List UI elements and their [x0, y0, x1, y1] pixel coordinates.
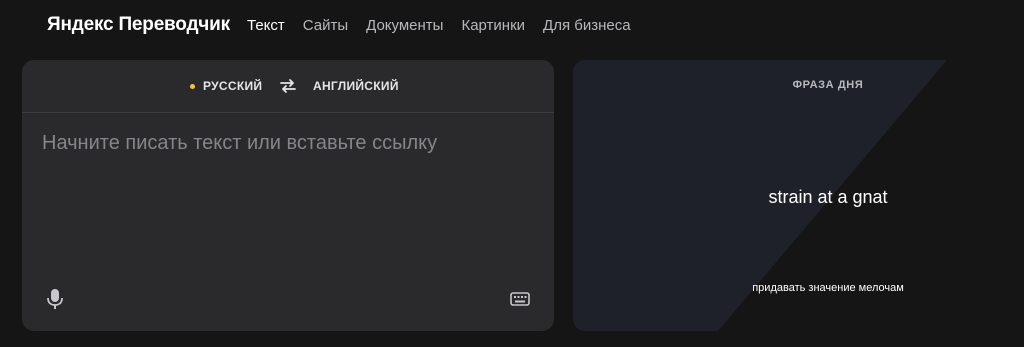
target-language-button[interactable]: АНГЛИЙСКИЙ [313, 79, 399, 93]
virtual-keyboard-button[interactable] [510, 291, 530, 307]
nav-tab-business[interactable]: Для бизнеса [543, 17, 631, 34]
swap-icon [280, 79, 296, 93]
source-lang-indicator [190, 84, 195, 89]
keyboard-icon [510, 292, 530, 306]
nav-tab-documents[interactable]: Документы [366, 17, 443, 34]
phrase-of-day-translation: придавать значение мелочам [752, 282, 904, 294]
language-selector-row: РУССКИЙ АНГЛИЙСКИЙ [22, 60, 554, 113]
logo[interactable]: Яндекс Переводчик [47, 14, 230, 36]
nav-tab-text[interactable]: Текст [247, 17, 285, 34]
phrase-of-day-title: ФРАЗА ДНЯ [792, 79, 864, 91]
source-language-button[interactable]: РУССКИЙ [203, 79, 262, 93]
source-text-input[interactable] [42, 132, 532, 272]
voice-input-button[interactable] [46, 288, 64, 310]
swap-languages-button[interactable] [278, 76, 298, 96]
nav-tab-images[interactable]: Картинки [461, 17, 525, 34]
phrase-of-day-card[interactable]: ФРАЗА ДНЯ strain at a gnat придавать зна… [573, 60, 1003, 331]
nav-tab-sites[interactable]: Сайты [303, 17, 348, 34]
phrase-of-day-phrase: strain at a gnat [768, 187, 888, 207]
microphone-icon [47, 289, 63, 309]
main-nav: Текст Сайты Документы Картинки Для бизне… [247, 17, 649, 34]
header: Яндекс Переводчик Текст Сайты Документы … [0, 0, 1024, 52]
translator-panel: РУССКИЙ АНГЛИЙСКИЙ [22, 60, 554, 331]
